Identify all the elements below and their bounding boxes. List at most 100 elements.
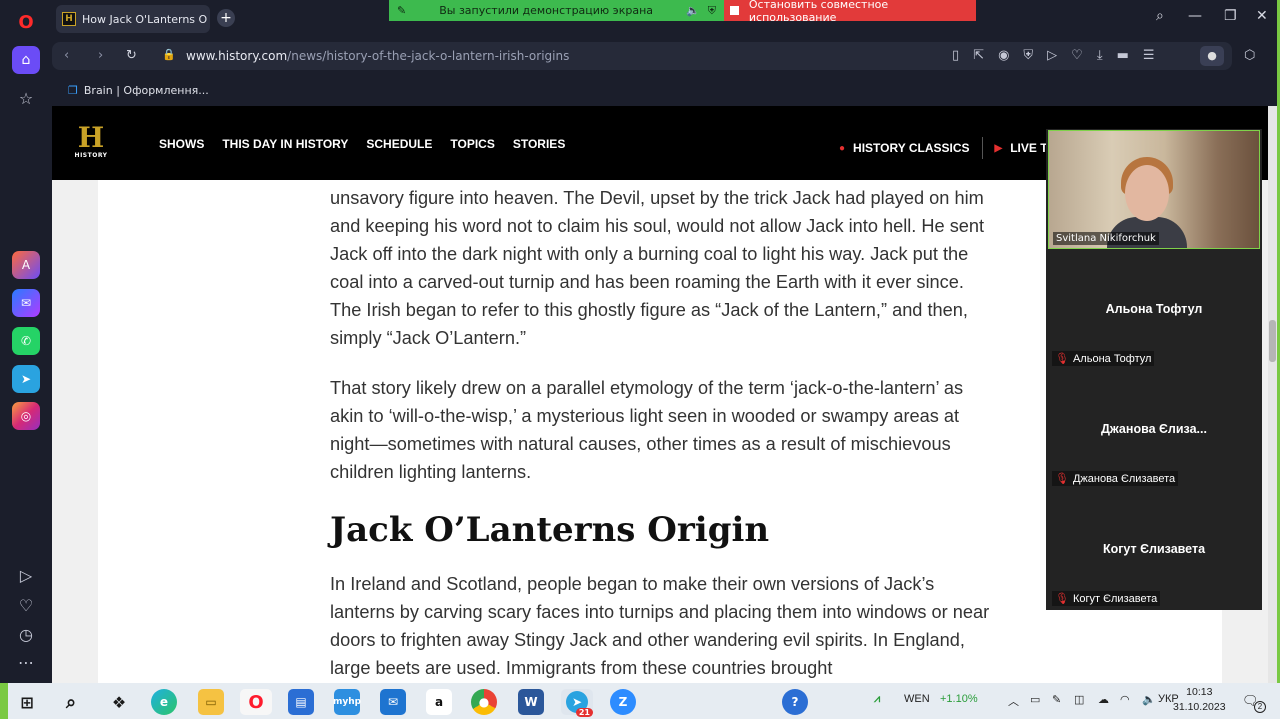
nav-stories[interactable]: STORIES bbox=[513, 137, 565, 151]
mail-icon[interactable]: ✉ bbox=[380, 689, 406, 715]
paragraph: unsavory figure into heaven. The Devil, … bbox=[330, 188, 985, 348]
muted-mic-icon: 🎙 bbox=[1055, 593, 1069, 605]
chrome-icon[interactable]: ● bbox=[471, 689, 497, 715]
download-icon[interactable]: ⤓ bbox=[1097, 48, 1103, 63]
stop-sharing-button[interactable]: Остановить совместное использование bbox=[724, 0, 976, 24]
aria-icon[interactable]: A bbox=[12, 251, 40, 279]
reader-icon[interactable]: ▯ bbox=[952, 48, 959, 63]
menu-icon[interactable]: ☰ bbox=[1143, 48, 1155, 63]
live-dot-icon: ● bbox=[839, 142, 846, 154]
restore-button[interactable]: ❐ bbox=[1224, 8, 1237, 24]
active-tab[interactable]: H How Jack O'Lanterns Orig bbox=[56, 5, 210, 33]
player-icon[interactable]: ▷ bbox=[12, 561, 40, 589]
profile-icon[interactable]: ● bbox=[1200, 46, 1224, 66]
tab-title: How Jack O'Lanterns Orig bbox=[82, 12, 208, 26]
share-message: Вы запустили демонстрацию экрана bbox=[439, 4, 654, 17]
pen-tray-icon[interactable]: ✎ bbox=[1052, 693, 1061, 706]
nav-this-day[interactable]: THIS DAY IN HISTORY bbox=[222, 137, 348, 151]
battery-icon[interactable]: ▬ bbox=[1117, 48, 1129, 63]
camera-tile[interactable]: Svitlana Nikiforchuk bbox=[1048, 130, 1260, 249]
bookmark-item[interactable]: ❐ Brain | Оформлення... bbox=[68, 84, 209, 97]
windows-taskbar: ⊞ ⌕ ❖ e ▭ O ▤ myhp ✉ a ● W ➤ 21 Z ? ⩘ WE… bbox=[8, 683, 1280, 719]
speaker-icon[interactable]: 🔈 bbox=[686, 4, 700, 17]
more-icon[interactable]: ⋯ bbox=[12, 648, 40, 676]
search-icon[interactable]: ⌕ bbox=[58, 689, 84, 715]
reload-button[interactable]: ↻ bbox=[126, 48, 137, 63]
share-icon[interactable]: ⇱ bbox=[973, 48, 984, 63]
stock-ticker[interactable]: WEN bbox=[904, 693, 930, 705]
store-icon[interactable]: ▤ bbox=[288, 689, 314, 715]
file-explorer-icon[interactable]: ▭ bbox=[198, 689, 224, 715]
cube-icon[interactable]: ⬡ bbox=[1244, 48, 1255, 63]
tray-chevron-icon[interactable]: ︿ bbox=[1008, 693, 1019, 709]
instagram-icon[interactable]: ◎ bbox=[12, 402, 40, 430]
section-heading: Jack O’Lanterns Origin bbox=[330, 510, 770, 550]
bookmark-icon: ❐ bbox=[68, 84, 78, 97]
history-favicon-icon: H bbox=[62, 12, 76, 26]
zoom-icon[interactable]: Z bbox=[610, 689, 636, 715]
scrollbar[interactable] bbox=[1268, 106, 1277, 683]
bookmarks-star-icon[interactable]: ☆ bbox=[12, 84, 40, 112]
opera-sidebar: O ⌂ ☆ A ✉ ✆ ➤ ◎ ▷ ♡ ◷ ⋯ bbox=[0, 0, 52, 683]
myhp-icon[interactable]: myhp bbox=[333, 689, 361, 715]
dropbox-icon[interactable]: ❖ bbox=[106, 689, 132, 715]
system-clock[interactable]: 10:13 31.10.2023 bbox=[1173, 685, 1226, 715]
play-icon[interactable]: ▷ bbox=[1047, 48, 1057, 63]
opera-logo-icon[interactable]: O bbox=[12, 8, 40, 36]
notification-count: 2 bbox=[1254, 701, 1266, 713]
participant-tile[interactable]: Джанова Єлиза... 🎙 Джанова Єлизавета bbox=[1048, 370, 1260, 488]
pen-icon[interactable]: ✎ bbox=[397, 4, 406, 17]
screen-share-banner: ✎ Вы запустили демонстрацию экрана 🔈 ⛨ О… bbox=[389, 0, 976, 24]
minimize-button[interactable]: — bbox=[1188, 8, 1202, 24]
bookmarks-bar: ❐ Brain | Оформлення... bbox=[52, 74, 1277, 106]
cloud-tray-icon[interactable]: ☁ bbox=[1098, 693, 1109, 706]
stock-change: +1.10% bbox=[940, 693, 978, 705]
edge-icon[interactable]: e bbox=[151, 689, 177, 715]
nav-shows[interactable]: SHOWS bbox=[159, 137, 204, 151]
volume-icon[interactable]: 🔈 bbox=[1142, 693, 1156, 706]
stock-chart-icon: ⩘ bbox=[874, 693, 881, 705]
scroll-thumb[interactable] bbox=[1269, 320, 1276, 362]
article-body: unsavory figure into heaven. The Devil, … bbox=[330, 184, 998, 683]
close-button[interactable]: ✕ bbox=[1256, 8, 1268, 24]
muted-mic-icon: 🎙 bbox=[1055, 353, 1069, 365]
word-icon[interactable]: W bbox=[518, 689, 544, 715]
search-icon[interactable]: ⌕ bbox=[1156, 8, 1164, 24]
messenger-icon[interactable]: ✉ bbox=[12, 289, 40, 317]
help-icon[interactable]: ? bbox=[782, 689, 808, 715]
participant-tile[interactable]: Альона Тофтул 🎙 Альона Тофтул bbox=[1048, 250, 1260, 368]
shield-icon: ⛨ bbox=[707, 3, 716, 17]
start-icon[interactable]: ⊞ bbox=[14, 689, 40, 715]
camera-tray-icon[interactable]: ◫ bbox=[1074, 693, 1084, 706]
history-clock-icon[interactable]: ◷ bbox=[12, 620, 40, 648]
amazon-icon[interactable]: a bbox=[426, 689, 452, 715]
heart-icon[interactable]: ♡ bbox=[12, 591, 40, 619]
telegram-icon[interactable]: ➤ bbox=[12, 365, 40, 393]
stop-icon bbox=[730, 6, 739, 15]
forward-button[interactable]: › bbox=[98, 48, 103, 63]
camera-participant-name: Svitlana Nikiforchuk bbox=[1053, 232, 1159, 245]
adblock-icon[interactable]: ⛨ bbox=[1023, 48, 1033, 63]
nav-topics[interactable]: TOPICS bbox=[450, 137, 494, 151]
home-icon[interactable]: ⌂ bbox=[12, 46, 40, 74]
video-call-panel: Svitlana Nikiforchuk Альона Тофтул 🎙 Альо… bbox=[1046, 129, 1262, 610]
muted-mic-icon: 🎙 bbox=[1055, 473, 1069, 485]
url-field[interactable]: www.history.com/news/history-of-the-jack… bbox=[186, 49, 569, 63]
telegram-taskbar-icon[interactable]: ➤ 21 bbox=[561, 689, 593, 717]
camera-icon[interactable]: ◉ bbox=[998, 48, 1009, 63]
back-button[interactable]: ‹ bbox=[64, 48, 69, 63]
wifi-icon[interactable]: ◠ bbox=[1120, 693, 1130, 706]
participant-tile[interactable]: Когут Єлизавета 🎙 Когут Єлизавета bbox=[1048, 490, 1260, 608]
battery-tray-icon[interactable]: ▭ bbox=[1030, 693, 1040, 706]
nav-schedule[interactable]: SCHEDULE bbox=[366, 137, 432, 151]
history-logo[interactable]: H HISTORY bbox=[74, 124, 108, 160]
heart-icon[interactable]: ♡ bbox=[1071, 48, 1083, 63]
address-bar-row: ‹ › ↻ 🔒 www.history.com/news/history-of-… bbox=[52, 38, 1277, 74]
new-tab-button[interactable]: + bbox=[217, 9, 235, 27]
nav-history-classics[interactable]: HISTORY CLASSICS bbox=[853, 141, 969, 155]
play-triangle-icon: ▶ bbox=[994, 142, 1003, 154]
paragraph: In Ireland and Scotland, people began to… bbox=[330, 574, 990, 678]
whatsapp-icon[interactable]: ✆ bbox=[12, 327, 40, 355]
lock-icon[interactable]: 🔒 bbox=[162, 48, 176, 61]
opera-taskbar-icon[interactable]: O bbox=[240, 689, 272, 715]
